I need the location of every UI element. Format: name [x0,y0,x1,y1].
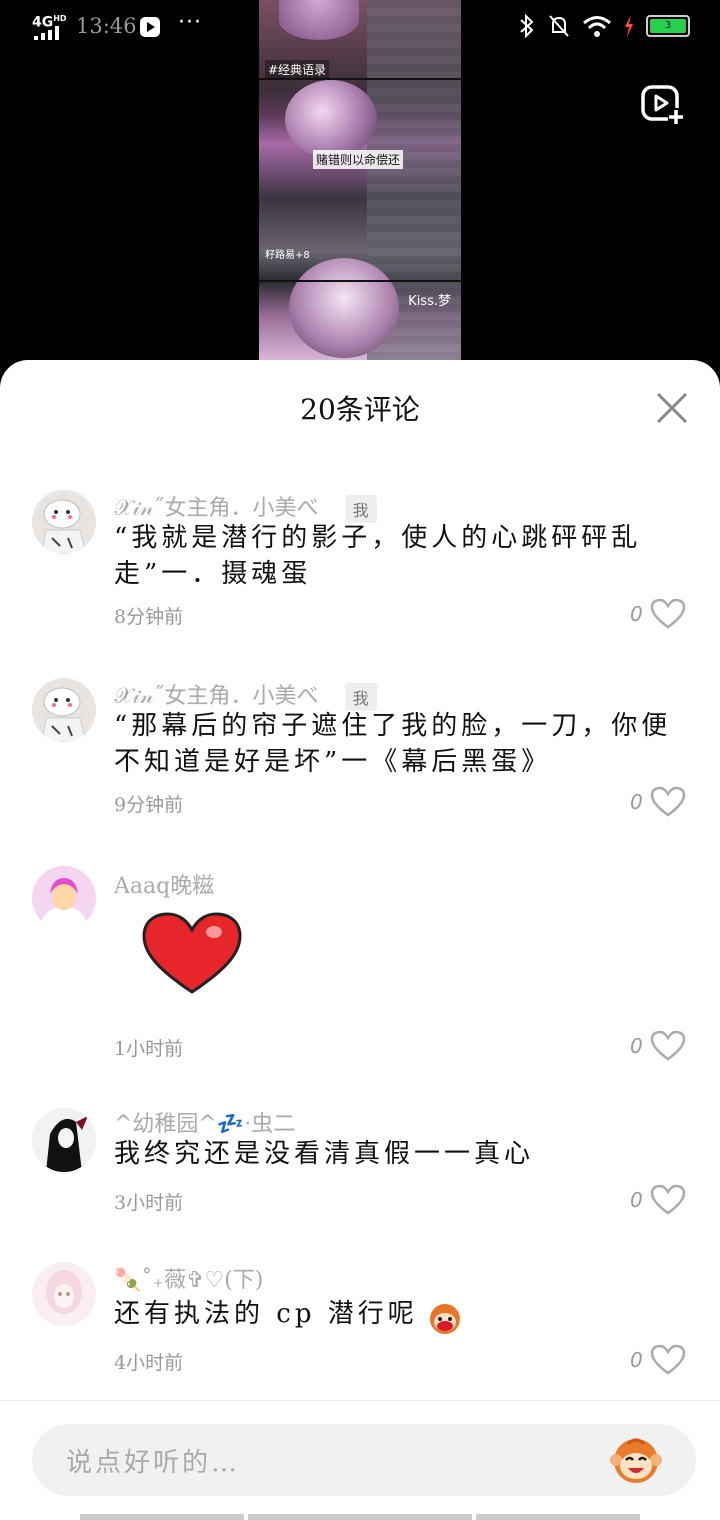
comment-author[interactable]: Aaaq晚糍 [114,868,214,900]
avatar[interactable] [32,678,96,742]
status-icons: 3 [518,14,690,38]
comment-time: 4小时前 [114,1352,184,1374]
bluetooth-icon [520,14,534,38]
comment-text: “那幕后的帘子遮住了我的脸，一刀，你便不知道是好是坏”一《幕后黑蛋》 [114,711,672,777]
like-count: 0 [630,1034,643,1058]
nav-bar-segment [248,1514,472,1520]
video-tag: #经典语录 [265,60,330,79]
input-divider [0,1400,720,1401]
video-preview[interactable]: #经典语录 赌错则以命偿还 籽路易+8 Kiss.梦 [259,0,461,360]
video-frame-shape [285,80,377,158]
video-frame-shape [289,258,399,358]
comment-time: 8分钟前 [114,606,184,628]
nav-bar-segment [80,1514,244,1520]
heart-outline-icon[interactable] [650,1184,686,1216]
video-watermark: 籽路易+8 [265,250,310,261]
video-caption: 赌错则以命偿还 [313,150,404,169]
me-badge: 我 [344,683,377,711]
more-dots: ··· [178,10,202,35]
comment-count-title: 20条评论 [300,393,420,426]
avatar-image [32,866,96,930]
comment-text: 我终究还是没看清真假一一真心 [114,1139,535,1169]
avatar[interactable] [32,866,96,930]
comment-text: 还有执法的 cp 潜行呢 [114,1299,418,1329]
comment-time: 3小时前 [114,1192,184,1214]
heart-outline-icon[interactable] [650,786,686,818]
add-video-icon[interactable] [640,82,684,126]
battery-level: 3 [650,19,686,33]
avatar-image [32,490,96,554]
network-sub: HD [53,14,67,23]
mute-bell-icon [549,15,569,37]
monkey-face-icon[interactable] [608,1434,664,1486]
red-heart-sticker [142,912,242,994]
avatar-image [32,678,96,742]
avatar-image [32,1262,96,1326]
comment-input-placeholder: 说点好听的… [66,1448,241,1478]
blushing-monkey-emoji [429,1303,460,1334]
close-icon[interactable] [652,388,692,428]
me-badge: 我 [344,495,377,523]
charging-icon [625,15,633,37]
comment-text-line: 还有执法的 cp 潜行呢 [114,1296,463,1335]
video-frame-divider [259,280,461,282]
like-count: 0 [630,1188,643,1212]
like-count: 0 [630,790,643,814]
nav-bar-segment [476,1514,640,1520]
author-name: 🍡˚₊薇✞♡(下) [114,1268,264,1293]
comment-author[interactable]: 𝒳𝒾𝓃˝女主角．小美べ我 [114,678,377,711]
comment-text: “我就是潜行的影子，使人的心跳砰砰乱走”一．摄魂蛋 [114,523,642,589]
like-count: 0 [630,602,643,626]
status-time: 13:46 [76,14,137,38]
comment-time: 1小时前 [114,1038,184,1060]
heart-outline-icon[interactable] [650,1344,686,1376]
avatar[interactable] [32,1108,96,1172]
signal-icon [34,26,59,40]
media-play-icon [140,17,160,37]
avatar[interactable] [32,490,96,554]
avatar-image [32,1108,96,1172]
comment-author[interactable]: 𝒳𝒾𝓃˝女主角．小美べ我 [114,490,377,523]
battery-icon: 3 [646,15,690,37]
comment-time: 9分钟前 [114,794,184,816]
avatar[interactable] [32,1262,96,1326]
comment-author[interactable]: ^幼稚园^💤·虫二 [114,1106,295,1138]
author-name: 𝒳𝒾𝓃˝女主角．小美べ [114,684,319,709]
author-name: ^幼稚园^💤·虫二 [114,1112,296,1137]
video-frame-shape [279,0,359,40]
comment-author[interactable]: 🍡˚₊薇✞♡(下) [114,1262,263,1294]
author-name: 𝒳𝒾𝓃˝女主角．小美べ [114,496,319,521]
heart-outline-icon[interactable] [650,1030,686,1062]
author-name: Aaaq晚糍 [114,874,215,899]
heart-outline-icon[interactable] [650,598,686,630]
wifi-icon [583,16,611,37]
comment-input[interactable]: 说点好听的… [32,1424,696,1496]
video-watermark: Kiss.梦 [408,294,451,309]
like-count: 0 [630,1348,643,1372]
